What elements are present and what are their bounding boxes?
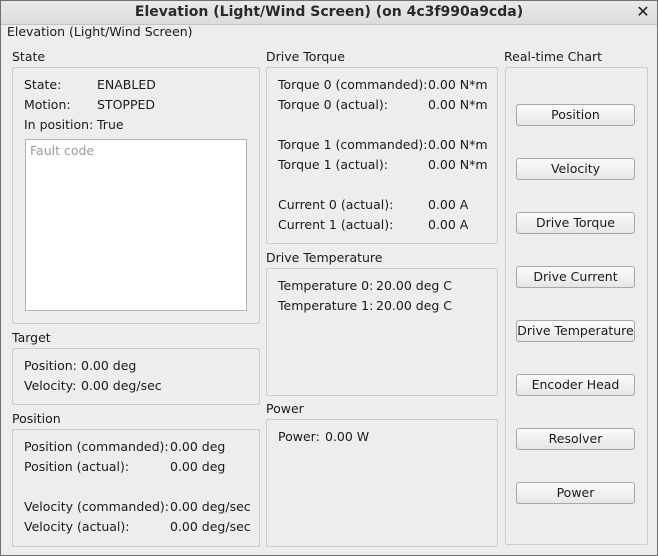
target-group-title: Target xyxy=(12,330,51,345)
power-group-title: Power xyxy=(266,401,304,416)
torque1-commanded-value: 0.00 N*m xyxy=(428,137,488,152)
target-position-label: Position: xyxy=(24,358,77,373)
torque0-commanded-value: 0.00 N*m xyxy=(428,77,488,92)
power-chart-button[interactable]: Power xyxy=(516,482,635,504)
target-velocity-label: Velocity: xyxy=(24,378,77,393)
drive-torque-group-title: Drive Torque xyxy=(266,49,345,64)
position-actual-value: 0.00 deg xyxy=(170,459,226,474)
realtime-chart-group xyxy=(505,67,648,545)
velocity-commanded-label: Velocity (commanded): xyxy=(24,499,169,514)
position-commanded-value: 0.00 deg xyxy=(170,439,226,454)
current1-actual-value: 0.00 A xyxy=(428,217,469,232)
temperature1-value: 20.00 deg C xyxy=(376,298,453,313)
in-position-value: True xyxy=(97,117,124,132)
temperature0-value: 20.00 deg C xyxy=(376,278,453,293)
target-position-value: 0.00 deg xyxy=(81,358,137,373)
torque1-actual-label: Torque 1 (actual): xyxy=(278,157,388,172)
torque0-commanded-label: Torque 0 (commanded): xyxy=(278,77,428,92)
temperature1-label: Temperature 1: xyxy=(278,298,374,313)
current0-actual-value: 0.00 A xyxy=(428,197,469,212)
in-position-label: In position: xyxy=(24,117,94,132)
power-label: Power: xyxy=(278,429,320,444)
state-value: ENABLED xyxy=(97,77,156,92)
position-chart-button[interactable]: Position xyxy=(516,104,635,126)
window-title: Elevation (Light/Wind Screen) (on 4c3f99… xyxy=(134,4,524,20)
current0-actual-label: Current 0 (actual): xyxy=(278,197,394,212)
motion-label: Motion: xyxy=(24,97,71,112)
drive-torque-chart-button[interactable]: Drive Torque xyxy=(516,212,635,234)
elevation-window: Elevation (Light/Wind Screen) (on 4c3f99… xyxy=(0,0,658,556)
window-subtitle: Elevation (Light/Wind Screen) xyxy=(7,24,193,39)
torque0-actual-label: Torque 0 (actual): xyxy=(278,97,388,112)
title-bar[interactable]: Elevation (Light/Wind Screen) (on 4c3f99… xyxy=(1,1,657,25)
drive-temperature-group-title: Drive Temperature xyxy=(266,250,383,265)
motion-value: STOPPED xyxy=(97,97,156,112)
realtime-chart-group-title: Real-time Chart xyxy=(504,49,603,64)
fault-code-textarea[interactable]: Fault code xyxy=(25,139,247,311)
velocity-chart-button[interactable]: Velocity xyxy=(516,158,635,180)
target-group xyxy=(12,348,260,405)
power-value: 0.00 W xyxy=(325,429,370,444)
target-velocity-value: 0.00 deg/sec xyxy=(81,378,162,393)
temperature0-label: Temperature 0: xyxy=(278,278,374,293)
encoder-head-chart-button[interactable]: Encoder Head xyxy=(516,374,635,396)
torque1-actual-value: 0.00 N*m xyxy=(428,157,488,172)
position-actual-label: Position (actual): xyxy=(24,459,130,474)
torque0-actual-value: 0.00 N*m xyxy=(428,97,488,112)
velocity-commanded-value: 0.00 deg/sec xyxy=(170,499,251,514)
torque1-commanded-label: Torque 1 (commanded): xyxy=(278,137,428,152)
resolver-chart-button[interactable]: Resolver xyxy=(516,428,635,450)
velocity-actual-value: 0.00 deg/sec xyxy=(170,519,251,534)
position-commanded-label: Position (commanded): xyxy=(24,439,169,454)
drive-temperature-chart-button[interactable]: Drive Temperature xyxy=(516,320,635,342)
state-label: State: xyxy=(24,77,62,92)
state-group-title: State xyxy=(12,49,46,64)
position-group-title: Position xyxy=(12,411,61,426)
drive-current-chart-button[interactable]: Drive Current xyxy=(516,266,635,288)
velocity-actual-label: Velocity (actual): xyxy=(24,519,130,534)
current1-actual-label: Current 1 (actual): xyxy=(278,217,394,232)
close-icon[interactable]: ✕ xyxy=(635,2,651,22)
